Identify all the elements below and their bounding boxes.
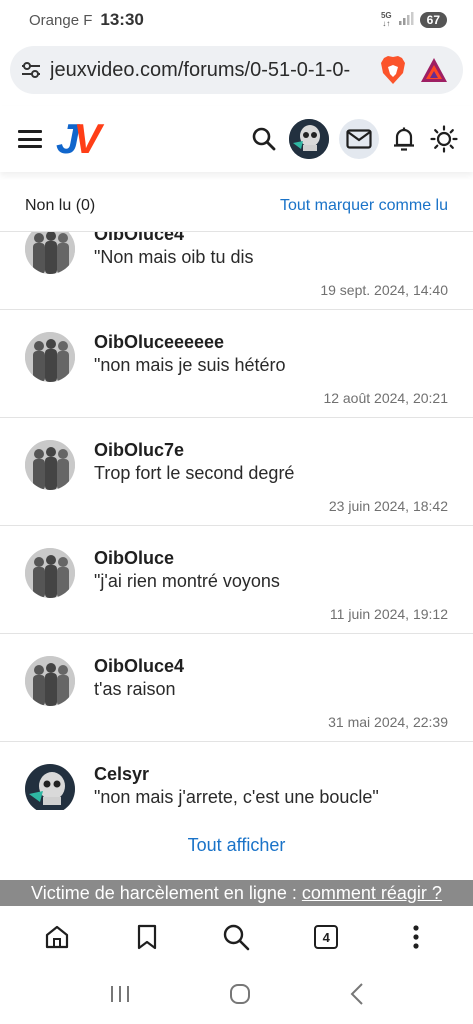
search-icon[interactable] — [249, 124, 279, 154]
battery-badge: 67 — [419, 12, 447, 28]
recent-apps-icon[interactable] — [108, 984, 132, 1009]
show-all-row: Tout afficher — [0, 810, 473, 880]
author-avatar[interactable] — [25, 440, 75, 490]
messages-list[interactable]: OibOluce4 "Non mais oib tu dis 19 sept. 20… — [0, 232, 473, 810]
message-date: 12 août 2024, 20:21 — [323, 390, 448, 406]
author-avatar[interactable] — [25, 332, 75, 382]
message-date: 11 juin 2024, 19:12 — [329, 606, 448, 622]
message-author[interactable]: OibOluceeeeee — [94, 332, 224, 353]
message-row[interactable]: OibOluc7e Trop fort le second degré 23 jui… — [0, 418, 473, 526]
message-author[interactable]: OibOluce4 — [94, 656, 184, 677]
mark-all-read-link[interactable]: Tout marquer comme lu — [280, 197, 448, 215]
signal-icon — [398, 11, 414, 29]
message-preview: t'as raison — [94, 679, 176, 699]
harassment-banner: Victime de harcèlement en ligne : commen… — [0, 880, 473, 906]
address-bar[interactable]: jeuxvideo.com/forums/0-51-0-1-0- — [10, 46, 463, 94]
bell-icon[interactable] — [389, 124, 419, 154]
message-preview: "non mais j'arrete, c'est une boucle" — [94, 787, 379, 807]
message-author[interactable]: OibOluce4 — [94, 232, 184, 245]
brave-shields-icon[interactable] — [379, 55, 407, 85]
site-settings-icon[interactable] — [20, 59, 42, 81]
unread-filter[interactable]: Non lu (0) — [25, 197, 95, 215]
message-date: 31 mai 2024, 22:39 — [328, 714, 448, 730]
menu-icon[interactable] — [18, 130, 42, 148]
tab-count: 4 — [314, 925, 339, 949]
site-logo[interactable]: JV — [56, 118, 101, 160]
status-bar: Orange F 13:30 5G ↓↑ 67 — [0, 0, 473, 40]
messages-panel-header: Non lu (0) Tout marquer comme lu — [0, 180, 473, 232]
harassment-text: Victime de harcèlement en ligne : — [31, 882, 297, 903]
author-avatar[interactable] — [25, 656, 75, 706]
show-all-link[interactable]: Tout afficher — [188, 835, 286, 856]
message-preview: "j'ai rien montré voyons — [94, 571, 280, 591]
user-avatar[interactable] — [289, 119, 329, 159]
clock: 13:30 — [100, 10, 144, 29]
author-avatar[interactable] — [25, 548, 75, 598]
message-author[interactable]: OibOluc7e — [94, 440, 184, 461]
message-row[interactable]: OibOluce "j'ai rien montré voyons 11 juin … — [0, 526, 473, 634]
harassment-help-link[interactable]: comment réagir ? — [302, 883, 442, 904]
tabs-button[interactable]: 4 — [309, 920, 343, 954]
message-preview: Trop fort le second degré — [94, 463, 295, 483]
message-row[interactable]: OibOluceeeeee "non mais je suis hétéro 12 … — [0, 310, 473, 418]
home-button-icon[interactable] — [228, 982, 252, 1011]
theme-sun-icon[interactable] — [429, 124, 459, 154]
message-preview: "non mais je suis hétéro — [94, 355, 286, 375]
message-row[interactable]: OibOluce4 t'as raison 31 mai 2024, 22:39 — [0, 634, 473, 742]
search-icon[interactable] — [219, 920, 253, 954]
bookmark-icon[interactable] — [130, 920, 164, 954]
message-row[interactable]: OibOluce4 "Non mais oib tu dis 19 sept. 20… — [0, 232, 473, 310]
message-preview: "Non mais oib tu dis — [94, 247, 254, 267]
brave-rewards-icon[interactable] — [419, 56, 449, 84]
network-indicator: 5G ↓↑ — [380, 11, 392, 28]
site-header: JV — [0, 106, 473, 172]
system-navigation — [0, 968, 473, 1024]
author-avatar[interactable] — [25, 764, 75, 810]
message-date: 19 sept. 2024, 14:40 — [320, 282, 448, 298]
message-author[interactable]: Celsyr — [94, 764, 149, 785]
author-avatar[interactable] — [25, 232, 75, 274]
message-author[interactable]: OibOluce — [94, 548, 174, 569]
message-date: 23 juin 2024, 18:42 — [328, 498, 448, 514]
back-icon[interactable] — [349, 982, 365, 1011]
home-icon[interactable] — [40, 920, 74, 954]
message-row[interactable]: Celsyr "non mais j'arrete, c'est une bouc… — [0, 742, 473, 810]
browser-toolbar: 4 — [0, 906, 473, 968]
more-menu-icon[interactable] — [399, 920, 433, 954]
url-text[interactable]: jeuxvideo.com/forums/0-51-0-1-0- — [50, 59, 350, 82]
messages-button[interactable] — [339, 119, 379, 159]
carrier-name: Orange F — [29, 11, 93, 29]
